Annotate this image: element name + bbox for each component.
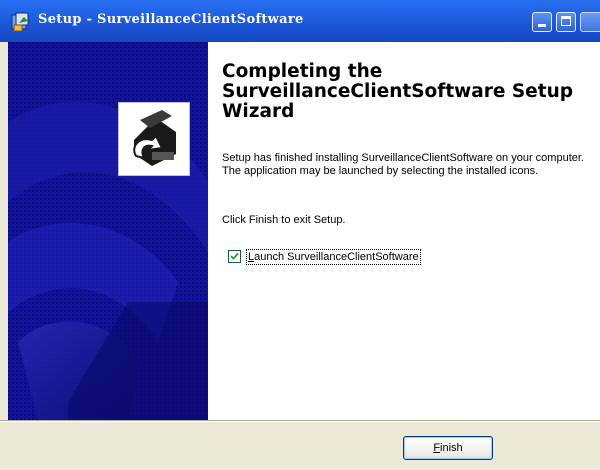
wizard-heading: Completing the SurveillanceClientSoftwar…: [222, 61, 573, 122]
setup-window: Setup - SurveillanceClientSoftware Compl…: [0, 0, 600, 470]
button-area-separator: [0, 420, 600, 422]
banner-artwork: [8, 42, 208, 420]
setup-app-icon: [11, 12, 29, 32]
wizard-banner-image: [8, 42, 208, 420]
maximize-button[interactable]: [556, 12, 576, 32]
launch-checkbox-label[interactable]: Launch SurveillanceClientSoftware: [246, 249, 421, 265]
launch-label-text: aunch SurveillanceClientSoftware: [254, 251, 419, 263]
wizard-exit-text: Click Finish to exit Setup.: [222, 214, 346, 226]
wizard-body-text: Setup has finished installing Surveillan…: [222, 152, 584, 177]
checkmark-icon: [230, 252, 239, 260]
minimize-button[interactable]: [532, 12, 552, 32]
launch-checkbox[interactable]: [228, 250, 241, 263]
installer-logo-icon: [118, 102, 190, 176]
title-bar[interactable]: Setup - SurveillanceClientSoftware: [0, 0, 600, 42]
window-title: Setup - SurveillanceClientSoftware: [38, 12, 304, 27]
finish-button-label: inish: [440, 441, 463, 454]
wizard-content-panel: Completing the SurveillanceClientSoftwar…: [208, 42, 600, 420]
close-button[interactable]: [580, 12, 600, 32]
finish-button[interactable]: Finish: [403, 436, 493, 460]
